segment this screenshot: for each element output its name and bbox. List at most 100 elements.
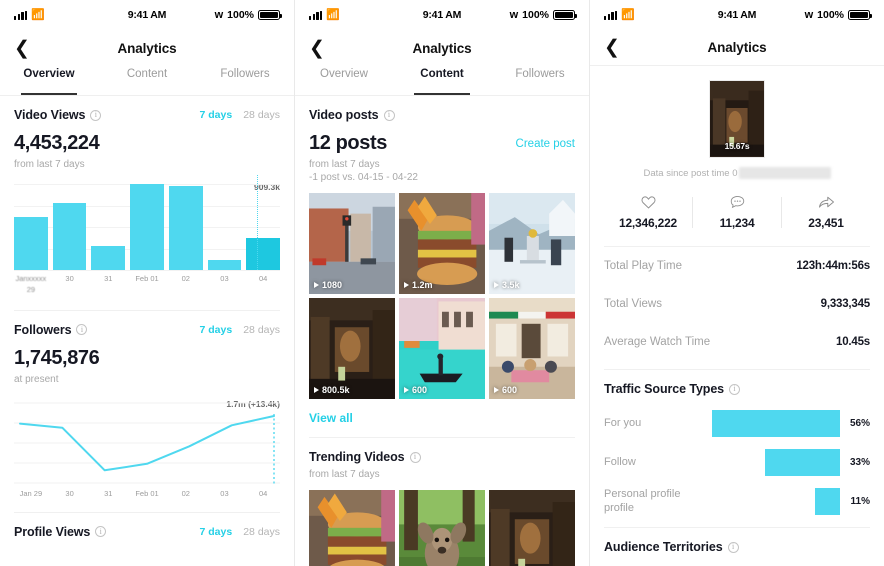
wifi-icon: 📶 [621, 8, 635, 21]
page-title: Analytics [707, 40, 767, 55]
cellular-signal-icon [309, 10, 323, 20]
info-icon[interactable]: i [409, 451, 421, 463]
bar-6 [246, 238, 281, 270]
video-thumbnail[interactable]: 3.5k [489, 193, 575, 295]
section-profile-views: Profile Views i 7 days 28 days [0, 513, 294, 539]
view-count-badge: 1080 [314, 280, 342, 290]
likes-value: 12,346,222 [618, 216, 678, 230]
video-thumbnail[interactable]: 800.5k [309, 298, 395, 400]
video-thumbnail[interactable]: 1.2m [399, 193, 485, 295]
stat-value: 9,333,345 [820, 298, 871, 310]
range-28-days[interactable]: 28 days [243, 109, 280, 121]
traffic-label: For you [604, 416, 642, 429]
stat-value: 123h:44m:56s [796, 260, 870, 272]
video-thumbnail[interactable]: 600 [399, 298, 485, 400]
page-title: Analytics [117, 40, 177, 56]
heart-icon [641, 196, 655, 209]
audience-title: Audience Territories [604, 540, 723, 554]
audience-header: Audience Territories i [604, 528, 870, 554]
traffic-label: Personal profile profile [604, 487, 681, 514]
trending-subnote: from last 7 days [309, 469, 380, 481]
video-thumbnail[interactable] [399, 490, 485, 566]
status-bar-time: 9:41 AM [717, 9, 757, 21]
hero-video-block: 15.67s Data since post time 0 [590, 66, 884, 179]
video-thumbnail[interactable] [489, 490, 575, 566]
tab-bar: Overview Content Followers [295, 66, 589, 96]
engagement-likes: 12,346,222 [604, 195, 692, 230]
info-icon[interactable]: i [383, 109, 395, 121]
hero-video-thumbnail[interactable]: 15.67s [709, 80, 765, 158]
status-bar-time: 9:41 AM [422, 9, 462, 21]
battery-full-icon [258, 10, 283, 20]
info-icon[interactable]: i [95, 526, 107, 538]
data-since-label: Data since post time 0 [644, 167, 831, 179]
play-icon [404, 387, 409, 394]
x-label-3: Feb 01 [135, 488, 159, 498]
followers-range-group: 7 days 28 days [200, 324, 280, 336]
section-video-posts: Video posts i 12 posts Create post from … [295, 96, 589, 183]
stat-label: Total Play Time [604, 260, 682, 272]
overview-scroll-body[interactable]: Video Views i 7 days 28 days 4,453,224 f… [0, 96, 294, 566]
info-icon[interactable]: i [727, 541, 739, 553]
burger-food-thumbnail [399, 193, 485, 295]
tab-content[interactable]: Content [98, 66, 196, 95]
view-count-badge: 600 [404, 385, 427, 395]
followers-subnote: at present [14, 373, 59, 385]
video-thumbnail[interactable]: 1080 [309, 193, 395, 295]
view-count-badge: 600 [494, 385, 517, 395]
video-thumbnail[interactable]: 600 [489, 298, 575, 400]
tab-overview[interactable]: Overview [0, 66, 98, 95]
tab-followers[interactable]: Followers [196, 66, 294, 95]
section-video-views: Video Views i 7 days 28 days 4,453,224 f… [0, 96, 294, 170]
traffic-track [712, 410, 840, 437]
status-bar-time: 9:41 AM [127, 9, 167, 21]
tab-content[interactable]: Content [393, 66, 491, 95]
view-count-value: 1.2m [412, 280, 433, 291]
view-count-value: 800.5k [322, 385, 350, 396]
traffic-percent: 11% [850, 496, 870, 507]
traffic-row: Personal profile profile 11% [604, 482, 870, 521]
info-icon[interactable]: i [729, 383, 741, 395]
video-posts-subnote-2: -1 post vs. 04-15 - 04-22 [309, 172, 418, 183]
info-icon[interactable]: i [76, 324, 88, 336]
play-icon [494, 282, 499, 289]
tab-followers-label: Followers [515, 68, 565, 80]
create-post-button[interactable]: Create post [516, 138, 575, 150]
tab-overview[interactable]: Overview [295, 66, 393, 95]
video-posts-grid: 1080 1.2m 3.5k 800.5k 600 600 [295, 193, 589, 400]
followers-header: Followers i 7 days 28 days [14, 311, 280, 337]
profile-views-title: Profile Views [14, 524, 91, 539]
shares-value: 23,451 [808, 216, 844, 230]
battery-full-icon [848, 10, 873, 20]
bluetooth-icon: w [509, 8, 519, 21]
range-28-days[interactable]: 28 days [243, 526, 280, 538]
range-7-days[interactable]: 7 days [200, 324, 233, 336]
video-thumbnail[interactable] [309, 490, 395, 566]
tab-content-label: Content [126, 68, 168, 80]
tab-followers-label: Followers [220, 68, 270, 80]
info-icon[interactable]: i [90, 109, 102, 121]
stat-value: 10.45s [836, 336, 870, 348]
x-label-6: 04 [259, 274, 268, 283]
status-bar: 📶 9:41 AM w 100% [0, 0, 294, 30]
range-7-days[interactable]: 7 days [200, 109, 233, 121]
traffic-bar [712, 410, 840, 437]
tab-followers[interactable]: Followers [491, 66, 589, 95]
section-traffic-source: Traffic Source Types i [590, 370, 884, 396]
status-bar-right: w 100% [780, 9, 873, 21]
content-scroll-body[interactable]: Video posts i 12 posts Create post from … [295, 96, 589, 566]
line-chart-plot [14, 401, 280, 485]
x-label-4: 02 [181, 274, 190, 283]
stat-label: Total Views [604, 298, 662, 310]
x-label-4: 02 [181, 488, 190, 498]
range-28-days[interactable]: 28 days [243, 324, 280, 336]
stat-row: Total Views 9,333,345 [590, 285, 884, 323]
range-7-days[interactable]: 7 days [200, 526, 233, 538]
video-detail-scroll-body[interactable]: 15.67s Data since post time 0 12,346,222 [590, 66, 884, 566]
nav-bar: ❮ Analytics [590, 30, 884, 66]
tab-bar: Overview Content Followers [0, 66, 294, 96]
view-count-value: 600 [412, 385, 428, 396]
comment-icon [730, 195, 744, 209]
view-all-link[interactable]: View all [295, 399, 589, 425]
battery-percent: 100% [522, 9, 549, 21]
